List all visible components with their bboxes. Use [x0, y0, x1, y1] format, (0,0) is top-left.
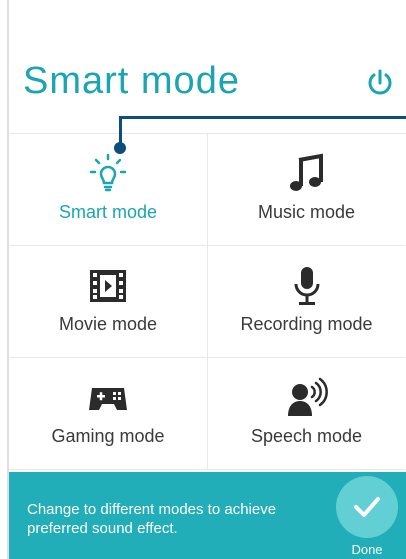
mode-recording[interactable]: Recording mode: [207, 246, 405, 358]
done-button[interactable]: [336, 476, 398, 538]
mode-label: Gaming mode: [51, 426, 165, 446]
done-label: Done: [351, 542, 383, 557]
mode-speech[interactable]: Speech mode: [207, 358, 405, 470]
mode-label: Movie mode: [58, 314, 158, 334]
mode-grid: Smart mode Music mode Movie mode Recordi…: [9, 133, 406, 472]
mode-movie[interactable]: Movie mode: [9, 246, 207, 358]
header: Smart mode: [20, 60, 400, 120]
tip-message: Change to different modes to achieve pre…: [27, 501, 277, 537]
callout-dot: [114, 142, 126, 154]
mode-label: Smart mode: [58, 202, 158, 222]
mode-gaming[interactable]: Gaming mode: [9, 358, 207, 470]
tip-footer: Change to different modes to achieve pre…: [9, 472, 406, 559]
music-note-icon: [289, 153, 323, 191]
page-title: Smart mode: [23, 60, 240, 102]
mode-label: Recording mode: [240, 314, 373, 334]
microphone-icon: [294, 267, 319, 305]
power-icon[interactable]: [365, 68, 395, 98]
gamepad-icon: [89, 388, 127, 410]
mode-music[interactable]: Music mode: [207, 134, 405, 246]
film-icon: [90, 270, 126, 302]
checkmark-icon: [354, 497, 380, 517]
mode-label: Music mode: [257, 202, 356, 222]
mode-smart[interactable]: Smart mode: [9, 134, 207, 246]
app-frame: Smart mode Smart mode Music mode Movie m…: [0, 0, 406, 559]
speaker-person-icon: [287, 377, 328, 416]
callout-line: [119, 116, 406, 119]
lightbulb-icon: [89, 153, 127, 192]
mode-label: Speech mode: [250, 426, 363, 446]
